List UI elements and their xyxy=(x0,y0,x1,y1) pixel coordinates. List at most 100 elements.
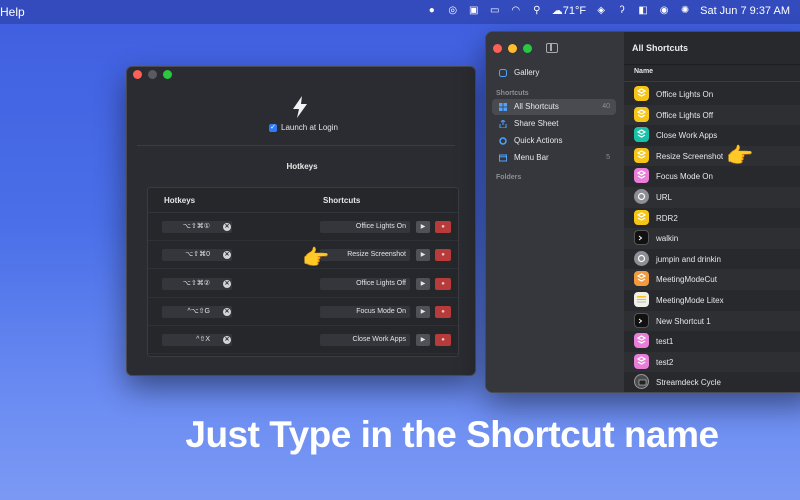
shortcut-name-field[interactable]: Focus Mode On xyxy=(320,305,410,318)
weather-icon: ☁ xyxy=(551,5,563,17)
hotkey-row: ⌥⇧⌘② ✕ Office Lights Off ▶ ● xyxy=(148,270,458,298)
shortcut-name: walkin xyxy=(656,234,679,244)
shortcut-name-field[interactable]: Office Lights On xyxy=(320,221,410,233)
sidebar-toggle-icon[interactable] xyxy=(546,43,558,53)
sidebar-item-menu-bar[interactable]: Menu Bar 5 xyxy=(492,150,616,166)
sidebar-item-all-shortcuts[interactable]: All Shortcuts 40 xyxy=(492,99,616,115)
page-title: All Shortcuts xyxy=(632,43,689,53)
shortcut-name: New Shortcut 1 xyxy=(656,316,711,326)
gift-icon[interactable]: ▣ xyxy=(468,5,480,17)
delete-button[interactable]: ● xyxy=(435,334,451,347)
play-icon: ▶ xyxy=(420,280,426,287)
shortcut-row[interactable]: RDR2 xyxy=(624,208,800,229)
search-icon[interactable]: ⚲ xyxy=(531,5,543,17)
shortcut-name: Office Lights On xyxy=(656,90,714,99)
layers-icon[interactable]: ◈ xyxy=(595,5,607,17)
grid-icon xyxy=(499,103,507,111)
shortcut-row[interactable]: Office Lights Off xyxy=(624,104,800,126)
close-button[interactable] xyxy=(493,44,502,53)
sidebar-item-label: Share Sheet xyxy=(514,119,559,128)
shortcut-row[interactable]: walkin xyxy=(624,228,800,249)
ear-icon[interactable]: ʔ xyxy=(616,5,628,17)
play-icon: ▶ xyxy=(420,224,426,230)
shortcut-name-field[interactable]: Resize Screenshot xyxy=(320,249,410,262)
battery-icon[interactable]: ▭ xyxy=(489,5,501,17)
globe-icon xyxy=(634,250,649,266)
hotkey-field[interactable]: ^⇧X xyxy=(162,334,232,347)
hotkey-field[interactable]: ⌥⇧⌘① xyxy=(162,221,232,233)
menu-help[interactable]: Help xyxy=(0,5,25,19)
delete-icon: ● xyxy=(441,308,445,315)
shortcut-row[interactable]: Resize Screenshot xyxy=(624,145,800,167)
shortcut-name: Resize Screenshot xyxy=(656,151,724,161)
shortcut-row[interactable]: test2 xyxy=(624,351,800,373)
play-button[interactable]: ▶ xyxy=(416,334,430,347)
shortcut-name: test2 xyxy=(656,357,674,367)
target-icon[interactable]: ◎ xyxy=(447,5,459,17)
hotkey-field[interactable]: ⌥⇧⌘② xyxy=(162,277,232,290)
divider xyxy=(624,81,800,82)
play-icon: ▶ xyxy=(420,308,426,315)
play-button[interactable]: ▶ xyxy=(416,305,430,318)
close-button[interactable] xyxy=(133,70,142,79)
zoom-button[interactable] xyxy=(523,44,532,53)
shortcut-row[interactable]: MeetingMode Litex xyxy=(624,290,800,311)
shortcut-row[interactable]: URL xyxy=(624,187,800,208)
shortcut-name: Office Lights Off xyxy=(656,110,714,120)
name-column-header[interactable]: Name xyxy=(634,68,653,75)
clear-hotkey-icon[interactable]: ✕ xyxy=(223,336,231,345)
shortcut-stack-icon xyxy=(634,333,649,349)
launch-at-login-label: Launch at Login xyxy=(281,123,338,132)
delete-button[interactable]: ● xyxy=(435,221,451,233)
shortcut-name-field[interactable]: Close Work Apps xyxy=(320,334,410,347)
wifi-icon[interactable]: ◠ xyxy=(510,5,522,17)
terminal-icon xyxy=(634,230,649,246)
clear-hotkey-icon[interactable]: ✕ xyxy=(223,223,231,231)
weather-status[interactable]: ☁71°F xyxy=(552,4,586,17)
launch-at-login-checkbox[interactable]: ✓ Launch at Login xyxy=(269,123,338,132)
minimize-button[interactable] xyxy=(148,70,157,79)
hotkey-row: ^⌥⇧G ✕ Focus Mode On ▶ ● xyxy=(148,298,458,326)
delete-button[interactable]: ● xyxy=(435,277,451,290)
shortcut-stack-icon xyxy=(634,168,649,184)
sidebar-item-gallery[interactable]: Gallery xyxy=(492,65,616,81)
zoom-button[interactable] xyxy=(163,70,172,79)
clock[interactable]: Sat Jun 7 9:37 AM xyxy=(700,5,790,17)
play-icon: ▶ xyxy=(420,252,426,259)
shortcut-stack-icon xyxy=(634,147,649,163)
siri-icon[interactable]: ✺ xyxy=(679,5,691,17)
drop-icon[interactable]: ● xyxy=(426,5,438,17)
sidebar-section-folders: Folders xyxy=(496,174,522,181)
shortcut-row[interactable]: Close Work Apps xyxy=(624,125,800,146)
play-button[interactable]: ▶ xyxy=(416,249,430,262)
sidebar-item-quick-actions[interactable]: Quick Actions xyxy=(492,133,616,149)
shortcut-row[interactable]: MeetingModeCut xyxy=(624,269,800,290)
shortcut-name-field[interactable]: Office Lights Off xyxy=(320,277,410,290)
play-button[interactable]: ▶ xyxy=(416,277,430,290)
shortcut-row[interactable]: Office Lights On xyxy=(624,84,800,105)
menu-bar-icon xyxy=(499,154,507,162)
delete-button[interactable]: ● xyxy=(435,249,451,262)
user-icon[interactable]: ◉ xyxy=(658,5,670,17)
shortcuts-list-pane: All Shortcuts Name Office Lights On Offic… xyxy=(624,32,800,392)
shortcut-row[interactable]: Focus Mode On xyxy=(624,166,800,187)
toggle-icon[interactable]: ◧ xyxy=(637,5,649,17)
shortcut-name: URL xyxy=(656,193,673,202)
shortcut-stack-icon xyxy=(634,106,649,122)
globe-icon xyxy=(634,189,649,204)
clear-hotkey-icon[interactable]: ✕ xyxy=(223,279,231,288)
sidebar-item-label: All Shortcuts xyxy=(514,102,559,111)
minimize-button[interactable] xyxy=(508,44,517,53)
hotkeys-column-header: Hotkeys xyxy=(164,196,196,205)
sidebar-item-share-sheet[interactable]: Share Sheet xyxy=(492,116,616,132)
hotkey-field[interactable]: ^⌥⇧G xyxy=(162,305,232,318)
play-button[interactable]: ▶ xyxy=(416,221,430,233)
clear-hotkey-icon[interactable]: ✕ xyxy=(223,307,231,316)
shortcut-row[interactable]: jumpin and drinkin xyxy=(624,249,800,270)
shortcut-row[interactable]: New Shortcut 1 xyxy=(624,310,800,332)
shortcut-row[interactable]: Streamdeck Cycle xyxy=(624,372,800,392)
hotkey-field[interactable]: ⌥⇧⌘0 xyxy=(162,249,232,262)
delete-icon: ● xyxy=(441,280,445,287)
delete-button[interactable]: ● xyxy=(435,305,451,318)
shortcut-row[interactable]: test1 xyxy=(624,331,800,352)
